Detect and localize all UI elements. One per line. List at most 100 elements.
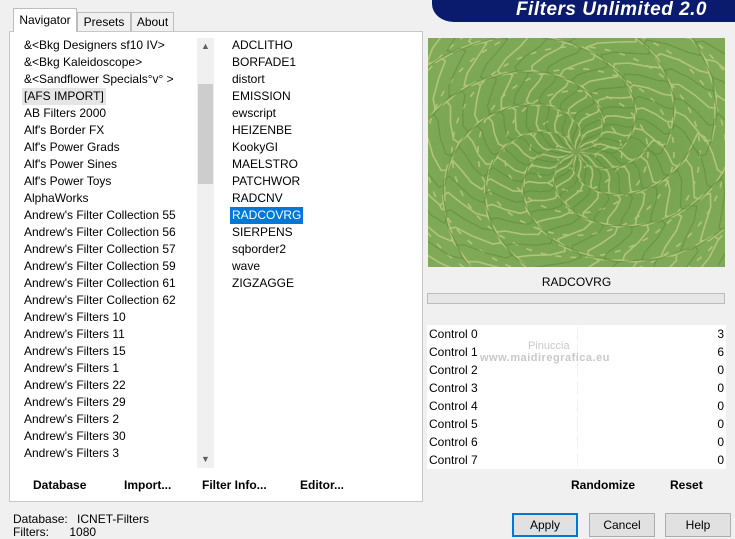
category-item[interactable]: Andrew's Filter Collection 61 bbox=[22, 275, 178, 292]
category-item[interactable]: Andrew's Filters 15 bbox=[22, 343, 128, 360]
filter-item[interactable]: ZIGZAGGE bbox=[230, 275, 296, 292]
control-slider-track[interactable] bbox=[577, 327, 578, 341]
progress-bar bbox=[427, 293, 725, 304]
filter-item[interactable]: RADCNV bbox=[230, 190, 285, 207]
filter-item[interactable]: MAELSTRO bbox=[230, 156, 300, 173]
filter-item[interactable]: sqborder2 bbox=[230, 241, 288, 258]
category-item[interactable]: Andrew's Filters 30 bbox=[22, 428, 128, 445]
status-database-label: Database: bbox=[13, 512, 68, 526]
category-item[interactable]: AB Filters 2000 bbox=[22, 105, 108, 122]
selected-filter-name: RADCOVRG bbox=[541, 275, 612, 289]
category-item[interactable]: Andrew's Filter Collection 55 bbox=[22, 207, 178, 224]
tab-about[interactable]: About bbox=[131, 12, 174, 31]
category-scrollbar[interactable]: ▲ ▼ bbox=[197, 38, 214, 468]
scroll-up-icon[interactable]: ▲ bbox=[197, 39, 214, 54]
category-item[interactable]: [AFS IMPORT] bbox=[22, 88, 106, 105]
control-row[interactable]: Control 3 0 bbox=[427, 379, 726, 397]
control-slider-track[interactable] bbox=[577, 381, 578, 395]
filter-item[interactable]: wave bbox=[230, 258, 262, 275]
help-button[interactable]: Help bbox=[665, 513, 731, 537]
control-row[interactable]: Control 4 0 bbox=[427, 397, 726, 415]
cancel-button[interactable]: Cancel bbox=[589, 513, 655, 537]
watermark-url: www.maidiregrafica.eu bbox=[480, 352, 610, 364]
category-item[interactable]: Andrew's Filter Collection 62 bbox=[22, 292, 178, 309]
control-slider-track[interactable] bbox=[577, 363, 578, 377]
watermark: Pinuccia www.maidiregrafica.eu bbox=[480, 340, 610, 364]
category-item[interactable]: Andrew's Filters 3 bbox=[22, 445, 121, 462]
category-item[interactable]: Andrew's Filters 11 bbox=[22, 326, 127, 343]
filter-info-button[interactable]: Filter Info... bbox=[202, 478, 267, 492]
control-value: 3 bbox=[717, 327, 724, 341]
status-filters-value: 1080 bbox=[69, 525, 97, 539]
watermark-name: Pinuccia bbox=[528, 340, 570, 352]
category-item[interactable]: AlphaWorks bbox=[22, 190, 90, 207]
category-item[interactable]: Alf's Power Grads bbox=[22, 139, 122, 156]
randomize-button[interactable]: Randomize bbox=[571, 478, 635, 492]
status-database-value: ICNET-Filters bbox=[77, 512, 150, 526]
filter-item[interactable]: SIERPENS bbox=[230, 224, 295, 241]
control-label: Control 5 bbox=[429, 417, 478, 431]
status-filters: Filters: 1080 bbox=[13, 525, 96, 539]
control-row[interactable]: Control 6 0 bbox=[427, 433, 726, 451]
control-value: 6 bbox=[717, 345, 724, 359]
control-value: 0 bbox=[717, 435, 724, 449]
category-item[interactable]: Andrew's Filters 22 bbox=[22, 377, 128, 394]
filter-item[interactable]: ewscript bbox=[230, 105, 278, 122]
preview-pattern-image bbox=[428, 38, 725, 267]
filter-item[interactable]: RADCOVRG bbox=[230, 207, 304, 224]
category-list[interactable]: &<Bkg Designers sf10 IV> &<Bkg Kaleidosco… bbox=[22, 37, 194, 469]
control-value: 0 bbox=[717, 453, 724, 467]
control-row[interactable]: Control 5 0 bbox=[427, 415, 726, 433]
category-item[interactable]: Alf's Border FX bbox=[22, 122, 106, 139]
control-label: Control 6 bbox=[429, 435, 478, 449]
control-slider-track[interactable] bbox=[577, 435, 578, 449]
tab-presets[interactable]: Presets bbox=[77, 12, 131, 31]
filter-item[interactable]: KookyGI bbox=[230, 139, 280, 156]
filter-item[interactable]: EMISSION bbox=[230, 88, 293, 105]
category-item[interactable]: Andrew's Filter Collection 59 bbox=[22, 258, 178, 275]
category-item[interactable]: &<Bkg Kaleidoscope> bbox=[22, 54, 144, 71]
control-label: Control 7 bbox=[429, 453, 478, 467]
filter-item[interactable]: HEIZENBE bbox=[230, 122, 294, 139]
editor-button[interactable]: Editor... bbox=[300, 478, 344, 492]
control-slider-track[interactable] bbox=[577, 453, 578, 467]
scroll-down-icon[interactable]: ▼ bbox=[197, 452, 214, 467]
control-label: Control 0 bbox=[429, 327, 478, 341]
control-value: 0 bbox=[717, 363, 724, 377]
category-item[interactable]: Alf's Power Sines bbox=[22, 156, 119, 173]
control-label: Control 4 bbox=[429, 399, 478, 413]
filter-item[interactable]: PATCHWOR bbox=[230, 173, 302, 190]
category-item[interactable]: Andrew's Filters 10 bbox=[22, 309, 128, 326]
category-item[interactable]: Andrew's Filters 1 bbox=[22, 360, 121, 377]
filter-item[interactable]: ADCLITHO bbox=[230, 37, 295, 54]
tab-navigator[interactable]: Navigator bbox=[13, 8, 77, 32]
control-label: Control 3 bbox=[429, 381, 478, 395]
reset-button[interactable]: Reset bbox=[670, 478, 703, 492]
control-label: Control 1 bbox=[429, 345, 478, 359]
app-banner: Filters Unlimited 2.0 bbox=[432, 0, 735, 22]
category-item[interactable]: Andrew's Filters 29 bbox=[22, 394, 128, 411]
category-item[interactable]: Andrew's Filters 2 bbox=[22, 411, 121, 428]
filter-preview bbox=[428, 38, 725, 267]
control-value: 0 bbox=[717, 417, 724, 431]
filter-list[interactable]: ADCLITHO BORFADE1 distort EMISSION ewscript H… bbox=[230, 37, 415, 337]
category-item[interactable]: Alf's Power Toys bbox=[22, 173, 113, 190]
import-button[interactable]: Import... bbox=[124, 478, 171, 492]
apply-button[interactable]: Apply bbox=[512, 513, 578, 537]
category-item[interactable]: Andrew's Filter Collection 57 bbox=[22, 241, 178, 258]
scrollbar-thumb[interactable] bbox=[198, 84, 213, 184]
app-title: Filters Unlimited 2.0 bbox=[515, 0, 707, 20]
filter-item[interactable]: BORFADE1 bbox=[230, 54, 298, 71]
category-item[interactable]: &<Bkg Designers sf10 IV> bbox=[22, 37, 167, 54]
control-slider-track[interactable] bbox=[577, 417, 578, 431]
filter-item[interactable]: distort bbox=[230, 71, 267, 88]
status-filters-label: Filters: bbox=[13, 525, 49, 539]
database-button[interactable]: Database bbox=[33, 478, 86, 492]
control-row[interactable]: Control 7 0 bbox=[427, 451, 726, 469]
category-item[interactable]: Andrew's Filter Collection 56 bbox=[22, 224, 178, 241]
control-label: Control 2 bbox=[429, 363, 478, 377]
status-database: Database: ICNET-Filters bbox=[13, 512, 149, 526]
category-item[interactable]: &<Sandflower Specials°v° > bbox=[22, 71, 176, 88]
control-value: 0 bbox=[717, 399, 724, 413]
control-slider-track[interactable] bbox=[577, 399, 578, 413]
